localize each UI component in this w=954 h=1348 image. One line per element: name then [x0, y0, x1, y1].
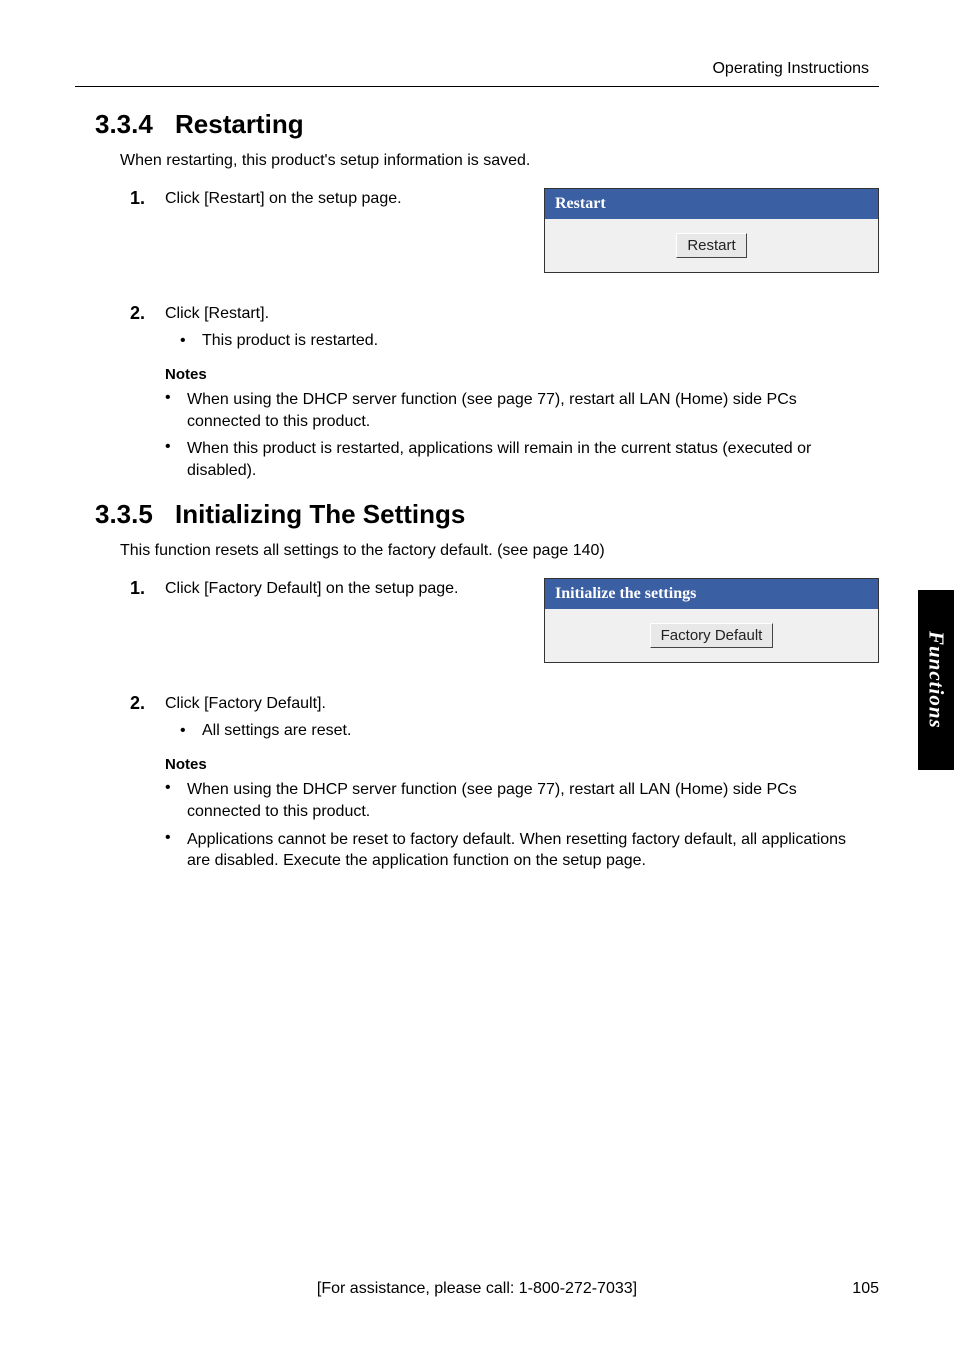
- s2-note2-text: Applications cannot be reset to factory …: [187, 829, 859, 872]
- bullet-icon: •: [180, 722, 202, 740]
- section2-intro: This function resets all settings to the…: [120, 542, 879, 560]
- bullet-icon: •: [165, 438, 187, 481]
- bullet-icon: •: [165, 779, 187, 822]
- initialize-panel-body: Factory Default: [545, 609, 878, 662]
- step2-text: Click [Restart].: [165, 303, 879, 323]
- factory-default-button[interactable]: Factory Default: [650, 623, 774, 648]
- restart-panel: Restart Restart: [544, 188, 879, 273]
- section-title: Restarting: [175, 109, 304, 139]
- side-tab-functions: Functions: [918, 590, 954, 770]
- footer: [For assistance, please call: 1-800-272-…: [75, 1280, 879, 1298]
- bullet-icon: •: [165, 829, 187, 872]
- initialize-panel: Initialize the settings Factory Default: [544, 578, 879, 663]
- bullet-icon: •: [180, 332, 202, 350]
- initialize-panel-header: Initialize the settings: [545, 579, 878, 609]
- footer-center-text: [For assistance, please call: 1-800-272-…: [75, 1280, 879, 1298]
- s2-step2-text: Click [Factory Default].: [165, 693, 879, 713]
- note2-text: When this product is restarted, applicat…: [187, 438, 859, 481]
- s2-step2-number: 2.: [130, 693, 165, 714]
- section-title-2: Initializing The Settings: [175, 499, 465, 529]
- s2-step2-sub-text: All settings are reset.: [202, 722, 351, 740]
- section-number-2: 3.3.5: [95, 499, 175, 530]
- header-rule: [75, 86, 879, 87]
- note1-text: When using the DHCP server function (see…: [187, 389, 859, 432]
- s2-note1-bullet: • When using the DHCP server function (s…: [165, 779, 879, 822]
- section1-intro: When restarting, this product's setup in…: [120, 152, 879, 170]
- header-right-text: Operating Instructions: [75, 60, 879, 78]
- s2-note2-bullet: • Applications cannot be reset to factor…: [165, 829, 879, 872]
- s2-step2-sub-bullet: • All settings are reset.: [180, 722, 879, 740]
- note2-bullet: • When this product is restarted, applic…: [165, 438, 879, 481]
- notes-heading-1: Notes: [165, 366, 879, 383]
- s2-note1-text: When using the DHCP server function (see…: [187, 779, 859, 822]
- s2-step1-text: Click [Factory Default] on the setup pag…: [165, 578, 544, 598]
- section-heading-restarting: 3.3.4Restarting: [95, 109, 879, 140]
- step1-text: Click [Restart] on the setup page.: [165, 188, 544, 208]
- section-number: 3.3.4: [95, 109, 175, 140]
- section-heading-initializing: 3.3.5Initializing The Settings: [95, 499, 879, 530]
- note1-bullet: • When using the DHCP server function (s…: [165, 389, 879, 432]
- notes-heading-2: Notes: [165, 756, 879, 773]
- restart-panel-body: Restart: [545, 219, 878, 272]
- bullet-icon: •: [165, 389, 187, 432]
- restart-button[interactable]: Restart: [676, 233, 746, 258]
- step2-number: 2.: [130, 303, 165, 324]
- step2-sub-bullet: • This product is restarted.: [180, 332, 879, 350]
- restart-panel-header: Restart: [545, 189, 878, 219]
- step2-sub-text: This product is restarted.: [202, 332, 378, 350]
- step1-number: 1.: [130, 188, 165, 209]
- side-tab-label: Functions: [924, 631, 949, 729]
- s2-step1-number: 1.: [130, 578, 165, 599]
